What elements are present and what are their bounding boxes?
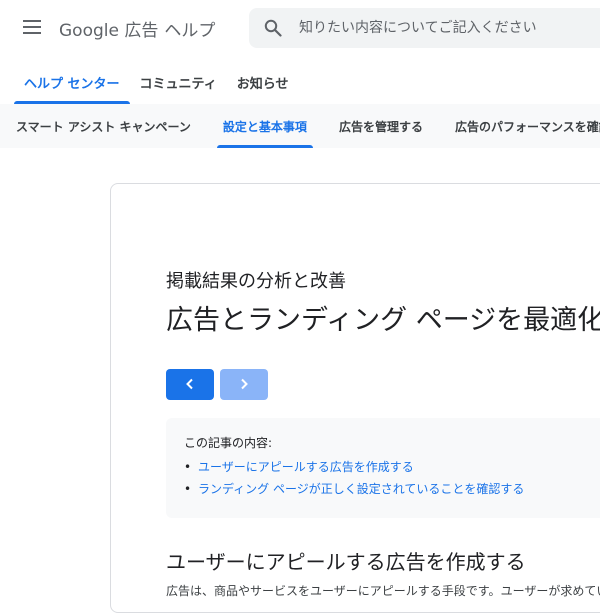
tab-label: 設定と基本事項 (222, 119, 307, 134)
search-input[interactable] (297, 19, 597, 37)
tab-label: 広告のパフォーマンスを確認 (454, 119, 600, 134)
hamburger-menu-icon (23, 19, 41, 38)
article-nav-buttons (166, 369, 268, 400)
google-ads-help-logo[interactable]: Google 広告 ヘルプ (59, 16, 215, 41)
tab-label: コミュニティ (139, 76, 217, 92)
tab-label: 広告を管理する (338, 119, 423, 134)
section-body-text: 広告は、商品やサービスをユーザーにアピールする手段です。ユーザーが求めてい (166, 584, 600, 598)
article-category: 掲載結果の分析と改善 (166, 271, 346, 292)
tab-help-center[interactable]: ヘルプ センター (14, 60, 130, 104)
tab-ad-performance[interactable]: 広告のパフォーマンスを確認 (439, 104, 600, 148)
tab-setup-basics[interactable]: 設定と基本事項 (207, 104, 323, 148)
search-box[interactable] (249, 8, 600, 48)
chevron-left-icon (185, 375, 195, 394)
page-title: 広告とランディング ページを最適化 (166, 305, 600, 336)
logo-brand-text: Google 広告 (59, 21, 159, 41)
chevron-right-icon (239, 375, 249, 394)
secondary-nav-bar: スマート アシスト キャンペーン 設定と基本事項 広告を管理する 広告のパフォー… (0, 104, 600, 148)
main-menu-button[interactable] (12, 8, 52, 48)
tab-manage-ads[interactable]: 広告を管理する (323, 104, 439, 148)
article-card: 掲載結果の分析と改善 広告とランディング ページを最適化 この記事の内容: • … (110, 183, 600, 613)
toc-bullet: • (184, 460, 192, 474)
app-header: Google 広告 ヘルプ (0, 0, 600, 56)
toc-item: • ユーザーにアピールする広告を作成する (184, 456, 600, 478)
toc-heading: この記事の内容: (184, 436, 273, 450)
toc-item: • ランディング ページが正しく設定されていることを確認する (184, 478, 600, 500)
previous-article-button[interactable] (166, 369, 214, 400)
toc-bullet: • (184, 482, 192, 496)
secondary-nav-tabs: スマート アシスト キャンペーン 設定と基本事項 広告を管理する 広告のパフォー… (0, 104, 600, 148)
logo-sub-text: ヘルプ (164, 21, 216, 41)
tab-community[interactable]: コミュニティ (130, 60, 227, 104)
next-article-button[interactable] (220, 369, 268, 400)
table-of-contents: この記事の内容: • ユーザーにアピールする広告を作成する • ランディング ペ… (166, 418, 600, 518)
primary-nav-tabs: ヘルプ センター コミュニティ お知らせ (0, 60, 299, 104)
tab-label: ヘルプ センター (24, 76, 120, 92)
tab-label: お知らせ (236, 76, 289, 92)
toc-link-landing-page[interactable]: ランディング ページが正しく設定されていることを確認する (198, 478, 524, 500)
section-heading: ユーザーにアピールする広告を作成する (166, 550, 526, 574)
tab-announcements[interactable]: お知らせ (227, 60, 299, 104)
toc-link-create-ads[interactable]: ユーザーにアピールする広告を作成する (198, 456, 414, 478)
search-icon[interactable] (249, 8, 297, 48)
tab-smart-assist-campaigns[interactable]: スマート アシスト キャンペーン (0, 104, 207, 148)
tab-label: スマート アシスト キャンペーン (16, 119, 191, 134)
